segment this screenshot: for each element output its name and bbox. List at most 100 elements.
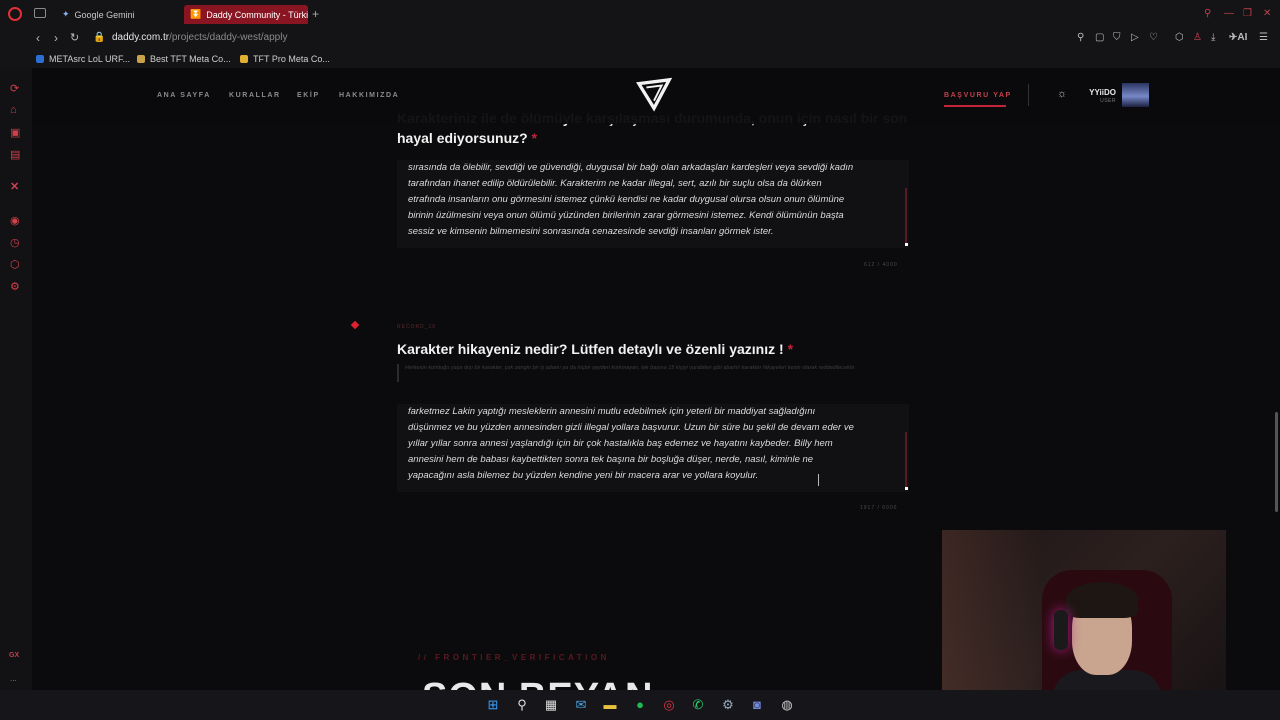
tab-label: Google Gemini <box>74 9 135 20</box>
site-logo-icon[interactable] <box>635 76 673 114</box>
answer-line: sessiz ve kimsenin bilmemesini sonrasınd… <box>408 226 774 237</box>
heart-icon[interactable]: ♡ <box>1149 32 1158 43</box>
browser-tab-bar: ✦ Google Gemini ⏬ Daddy Community - Türk… <box>0 0 1280 28</box>
sidebar-messenger-icon[interactable]: ▤ <box>10 148 20 161</box>
task-view-icon[interactable]: ▦ <box>543 697 559 713</box>
tft-pro-icon <box>240 55 248 63</box>
user-name[interactable]: YYiiDO <box>1086 88 1116 97</box>
forward-icon[interactable]: › <box>54 31 58 45</box>
answer-line: etrafında insanların onu görmesini istem… <box>408 194 845 205</box>
required-marker: * <box>531 130 538 146</box>
question-1-answer-text: sırasında da ölebilir, sevdiği ve güvend… <box>408 160 898 240</box>
sidebar-history-icon[interactable]: ◷ <box>10 236 20 249</box>
question-2-answer-textarea[interactable]: farketmez Lakin yaptığı mesleklerin anne… <box>397 404 909 492</box>
aria-ai-button[interactable]: ✈AI <box>1229 32 1247 43</box>
spotify-icon[interactable]: ● <box>632 697 648 713</box>
reload-icon[interactable]: ↻ <box>70 31 79 44</box>
bookmark-label: METAsrc LoL URF... <box>49 54 131 64</box>
url-field[interactable]: daddy.com.tr/projects/daddy-west/apply <box>112 32 287 43</box>
answer-line: yapacağını asla bilemez bu yüzden kendin… <box>408 470 759 481</box>
avatar[interactable] <box>1122 83 1149 107</box>
maximize-icon[interactable]: ❐ <box>1243 8 1252 19</box>
question-2-tag: RECORD_10 <box>397 324 437 330</box>
question-1-title-line2: hayal ediyorsunuz? * <box>397 128 907 148</box>
bookmark-label: Best TFT Meta Co... <box>150 54 231 64</box>
question-1-answer-textarea[interactable]: sırasında da ölebilir, sevdiği ve güvend… <box>397 160 909 248</box>
textarea-resize-handle[interactable] <box>905 487 908 490</box>
discord-icon[interactable]: ◙ <box>749 697 765 713</box>
whatsapp-icon[interactable]: ✆ <box>690 697 706 713</box>
search-tabs-icon[interactable]: ⚲ <box>1204 8 1211 19</box>
opera-logo-icon[interactable] <box>8 7 22 21</box>
menu-icon[interactable]: ☰ <box>1259 32 1268 43</box>
sidebar-more-icon[interactable]: ... <box>10 674 17 683</box>
nav-team[interactable]: EKİP <box>297 92 320 99</box>
sidebar-discord-icon[interactable]: ▣ <box>10 126 20 139</box>
bookmark-metasrc[interactable]: METAsrc LoL URF... <box>36 54 130 64</box>
answer-line: annesini hem de babası kaybettikten sonr… <box>408 454 814 465</box>
nav-about[interactable]: HAKKIMIZDA <box>339 92 399 99</box>
site-navbar: ANA SAYFA KURALLAR EKİP HAKKIMIZDA BAŞVU… <box>32 68 1280 124</box>
answer-line: birinin üzülmesini veya onun ölümü yüzün… <box>408 210 844 221</box>
address-bar: ‹ › ↻ 🔒 daddy.com.tr/projects/daddy-west… <box>0 28 1280 50</box>
back-icon[interactable]: ‹ <box>36 31 40 45</box>
bookmark-best-tft[interactable]: Best TFT Meta Co... <box>137 54 231 64</box>
close-icon[interactable]: ✕ <box>1263 8 1271 19</box>
gx-label[interactable]: GX <box>9 652 19 659</box>
sidebar-player-icon[interactable]: ◉ <box>10 214 20 227</box>
tab-google-gemini[interactable]: ✦ Google Gemini <box>56 5 178 24</box>
new-tab-icon[interactable]: + <box>312 7 319 21</box>
final-declaration-heading: SON BEYAN <box>422 676 653 690</box>
sidebar-settings-icon[interactable]: ⚙ <box>10 280 20 293</box>
answer-line: yıllar yıllar sonra annesi yaşlandığı iç… <box>408 438 833 449</box>
webcam-light <box>942 530 1042 710</box>
snapshot-icon[interactable]: ▢ <box>1095 32 1104 43</box>
sidebar-extensions-icon[interactable]: ⬡ <box>10 258 20 271</box>
extensions-icon[interactable]: ⬡ <box>1175 32 1184 43</box>
file-explorer-icon[interactable]: ▬ <box>602 697 618 713</box>
section-marker-icon <box>350 320 360 330</box>
mail-icon[interactable]: ✉ <box>573 697 589 713</box>
question-1-title-text: hayal ediyorsunuz? <box>397 130 528 146</box>
nav-home[interactable]: ANA SAYFA <box>157 92 211 99</box>
profile-icon[interactable]: ♙ <box>1193 32 1202 43</box>
sidebar-x-icon[interactable]: ✕ <box>10 180 19 193</box>
download-icon[interactable]: ⤓ <box>1211 32 1215 43</box>
search-icon[interactable]: ⚲ <box>514 697 530 713</box>
nav-apply-underline <box>944 105 1006 107</box>
sidebar-shop-icon[interactable]: ⌂ <box>10 104 17 116</box>
answer-line: farketmez Lakin yaptığı mesleklerin anne… <box>408 406 816 417</box>
metasrc-icon <box>36 55 44 63</box>
frontier-verification-label: // FRONTIER_VERIFICATION <box>418 653 610 662</box>
theme-toggle-icon[interactable]: ☼ <box>1057 88 1067 100</box>
app-icon[interactable]: ⚙ <box>720 697 736 713</box>
steam-icon[interactable]: ◍ <box>779 697 795 713</box>
question-2-char-counter: 1917 / 6000 <box>860 505 898 511</box>
webcam-headset <box>1054 610 1068 650</box>
nav-rules[interactable]: KURALLAR <box>229 92 281 99</box>
minimize-icon[interactable]: — <box>1224 8 1234 19</box>
nav-apply[interactable]: BAŞVURU YAP <box>944 92 1012 99</box>
webcam-overlay <box>942 530 1226 710</box>
player-icon[interactable]: ▷ <box>1131 32 1139 43</box>
windows-taskbar: ⊞ ⚲ ▦ ✉ ▬ ● ◎ ✆ ⚙ ◙ ◍ <box>0 690 1280 720</box>
browser-sidebar: ⟳ ⌂ ▣ ▤ ✕ ◉ ◷ ⬡ ⚙ <box>0 68 32 690</box>
bookmark-tft-pro[interactable]: TFT Pro Meta Co... <box>240 54 330 64</box>
url-domain: daddy.com.tr <box>112 32 170 43</box>
textarea-accent-line <box>905 188 907 243</box>
windows-start-icon[interactable]: ⊞ <box>485 697 501 713</box>
opera-gx-icon[interactable]: ◎ <box>661 697 677 713</box>
page-scrollbar[interactable] <box>1275 412 1278 512</box>
answer-line: sırasında da ölebilir, sevdiği ve güvend… <box>408 162 854 173</box>
tab-label: Daddy Community - Türkiy <box>206 9 308 20</box>
bookmarks-bar: METAsrc LoL URF... Best TFT Meta Co... T… <box>0 50 1280 68</box>
tab-workspaces-icon[interactable] <box>34 8 46 18</box>
lock-icon[interactable]: 🔒 <box>93 32 105 43</box>
textarea-resize-handle[interactable] <box>905 243 908 246</box>
answer-line: tarafından ihanet edilip öldürülebilir. … <box>408 178 822 189</box>
sidebar-aria-icon[interactable]: ⟳ <box>10 82 19 95</box>
pin-icon[interactable]: ⚲ <box>1077 32 1084 43</box>
nav-divider <box>1028 84 1029 106</box>
adblock-icon[interactable]: ⛉ <box>1113 32 1121 43</box>
tab-daddy-community[interactable]: ⏬ Daddy Community - Türkiy <box>184 5 308 24</box>
